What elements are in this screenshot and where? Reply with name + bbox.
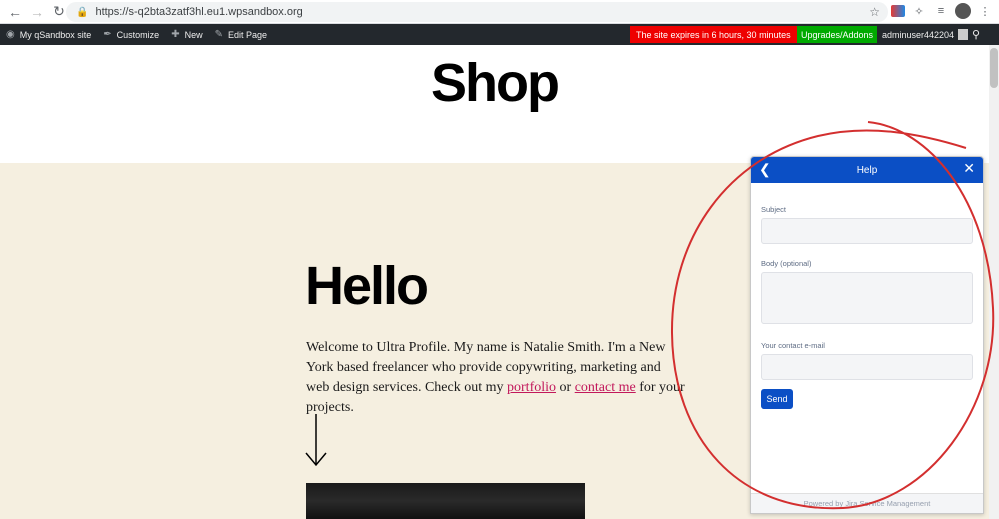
star-icon[interactable]: ☆ [869,5,880,19]
edit-page-link[interactable]: ✎ Edit Page [209,24,273,45]
body-textarea[interactable] [761,272,973,324]
edit-page-label: Edit Page [227,29,268,40]
profile-avatar[interactable] [955,3,971,19]
help-form: Subject Body (optional) Your contact e-m… [751,183,983,409]
arrow-left-icon[interactable]: ← [4,1,26,23]
arrow-down-icon [305,414,327,467]
plus-icon: ✚ [171,29,180,40]
menu-dots-icon[interactable]: ⋮ [977,3,993,19]
browser-toolbar: ← → ↻ 🔒 https://s-q2bta3zatf3hl.eu1.wpsa… [0,0,999,24]
new-link[interactable]: ✚ New [165,24,208,45]
extension-icon[interactable] [891,5,905,17]
help-header: ❮ Help ✕ [751,157,983,183]
wp-admin-bar: ◉ My qSandbox site ✒ Customize ✚ New ✎ E… [0,24,999,45]
search-icon[interactable]: ⚲ [972,24,980,45]
portfolio-link[interactable]: portfolio [507,380,556,395]
site-name-label: My qSandbox site [19,29,92,40]
brush-icon: ✒ [103,29,112,40]
subject-input[interactable] [761,218,973,244]
pencil-icon: ✎ [214,29,223,40]
dashboard-icon: ◉ [6,29,15,40]
help-title: Help [856,164,878,176]
page-title: Shop [431,53,560,113]
customize-label: Customize [116,29,160,40]
close-icon[interactable]: ✕ [963,160,975,177]
page-scrollbar[interactable] [989,45,999,519]
intro-paragraph: Welcome to Ultra Profile. My name is Nat… [306,338,686,418]
url-text[interactable]: https://s-q2bta3zatf3hl.eu1.wpsandbox.or… [95,6,302,18]
contact-link[interactable]: contact me [575,380,636,395]
lock-icon: 🔒 [76,6,89,18]
new-label: New [184,29,203,40]
user-menu[interactable]: adminuser442204 [882,24,969,45]
profile-photo [306,483,585,519]
body-label: Body (optional) [761,259,812,268]
scroll-thumb[interactable] [990,48,998,88]
user-name: adminuser442204 [882,29,955,40]
arrow-right-icon[interactable]: → [26,1,48,23]
customize-link[interactable]: ✒ Customize [97,24,165,45]
extension-tray: ✧ ≡ ⋮ [891,3,993,19]
upgrades-button[interactable]: Upgrades/Addons [797,26,878,43]
subject-label: Subject [761,205,787,214]
user-avatar [958,29,969,40]
help-widget: ❮ Help ✕ Subject Body (optional) Your co… [750,156,984,514]
hero-heading: Hello [305,256,429,316]
back-icon[interactable]: ❮ [759,161,771,178]
expiry-notice: The site expires in 6 hours, 30 minutes [630,26,797,43]
site-name-link[interactable]: ◉ My qSandbox site [0,24,97,45]
email-label: Your contact e-mail [761,341,825,350]
address-bar[interactable]: 🔒 https://s-q2bta3zatf3hl.eu1.wpsandbox.… [66,2,888,22]
puzzle-icon[interactable]: ✧ [911,3,927,19]
playlist-icon[interactable]: ≡ [933,3,949,19]
intro-text-mid: or [556,380,575,395]
help-footer: Powered by Jira Service Management [751,493,983,513]
send-button[interactable]: Send [761,389,793,409]
email-input[interactable] [761,354,973,380]
